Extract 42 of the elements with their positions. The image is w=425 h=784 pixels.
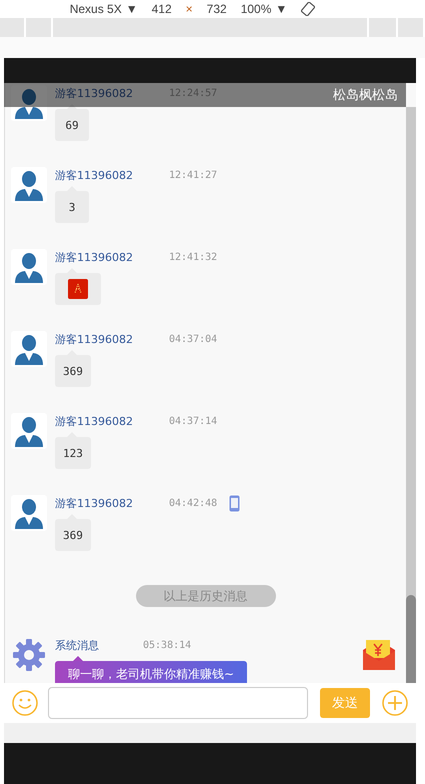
history-divider: 以上是历史消息 xyxy=(136,585,276,607)
scrollbar-track[interactable] xyxy=(406,107,416,683)
message-input[interactable] xyxy=(48,687,308,719)
rotate-icon[interactable] xyxy=(301,2,316,16)
sender-name: 系统消息 xyxy=(55,638,100,652)
message-time: 12:41:27 xyxy=(169,170,218,180)
avatar-icon xyxy=(11,167,47,203)
settings-icon xyxy=(11,637,47,673)
chat-title: 松岛枫松岛 xyxy=(333,87,398,104)
sender-name: 游客11396082 xyxy=(55,86,134,100)
message-time: 04:42:48 xyxy=(169,498,218,508)
message-bubble: 123 xyxy=(55,437,91,469)
message-bubble: 369 xyxy=(55,355,91,387)
message-bubble: 3 xyxy=(55,191,89,223)
scrollbar-thumb[interactable] xyxy=(406,595,416,683)
message-time: 04:37:14 xyxy=(169,416,218,426)
avatar-icon xyxy=(11,413,47,449)
height-value[interactable]: 732 xyxy=(206,2,227,16)
message-time: 05:38:14 xyxy=(143,640,192,650)
avatar-icon xyxy=(11,495,47,531)
avatar-icon xyxy=(11,249,47,285)
times-sign: × xyxy=(186,2,193,16)
sender-name: 游客11396082 xyxy=(55,168,134,182)
sender-name: 游客11396082 xyxy=(55,250,134,264)
plus-icon[interactable] xyxy=(382,690,408,716)
sender-name: 游客11396082 xyxy=(55,496,134,510)
message-bubble: 聊一聊，老司机带你精准赚钱~ xyxy=(55,661,248,683)
device-select[interactable]: Nexus 5X xyxy=(70,2,122,16)
sender-name: 游客11396082 xyxy=(55,332,134,346)
message-time: 04:37:04 xyxy=(169,334,218,344)
zoom-select[interactable]: 100% xyxy=(240,2,272,16)
message-bubble: 69 xyxy=(55,109,89,141)
message-bubble: 369 xyxy=(55,519,91,551)
caret-icon[interactable]: ▼ xyxy=(275,2,288,16)
width-value[interactable]: 412 xyxy=(152,2,172,16)
smiley-icon[interactable] xyxy=(12,690,38,716)
envelope-icon[interactable] xyxy=(362,637,396,671)
sender-name: 游客11396082 xyxy=(55,414,134,428)
message-time: 12:41:32 xyxy=(169,252,218,262)
avatar-icon xyxy=(11,331,47,367)
caret-icon[interactable]: ▼ xyxy=(126,2,138,16)
emoji-icon xyxy=(68,279,88,299)
